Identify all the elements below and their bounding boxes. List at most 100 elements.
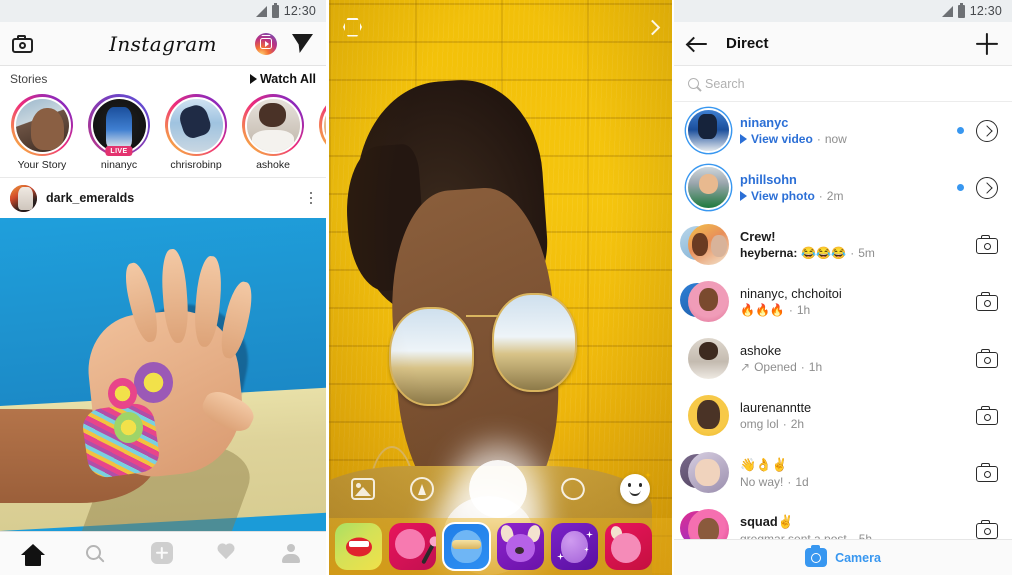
story-label: ninanyc — [100, 159, 138, 171]
list-item[interactable]: phillsohn View photo · 2m — [674, 159, 1012, 216]
thread-time: 1h — [808, 360, 823, 374]
camera-icon[interactable] — [976, 235, 998, 254]
camera-top-bar — [329, 10, 672, 44]
shutter-button[interactable] — [468, 460, 527, 518]
thread-name: ninanyc, chchoitoi — [740, 286, 842, 301]
story-item-ashoke[interactable]: ashoke — [239, 94, 307, 171]
list-item[interactable]: ashoke ↗ Opened · 1h — [674, 330, 1012, 387]
flash-bolt-icon[interactable] — [409, 477, 434, 501]
avatar[interactable] — [680, 281, 729, 322]
avatar[interactable] — [688, 167, 729, 208]
list-item[interactable]: ninanyc View video · now — [674, 102, 1012, 159]
plus-square-icon[interactable] — [150, 541, 175, 566]
gallery-icon[interactable] — [351, 478, 375, 500]
story-item-ber[interactable]: ber — [316, 94, 326, 171]
camera-icon — [805, 545, 828, 567]
back-arrow-icon[interactable] — [688, 36, 708, 52]
status-bar-direct: 12:30 — [674, 0, 1012, 22]
igtv-icon[interactable] — [255, 32, 277, 55]
story-label: ber — [316, 159, 326, 171]
thread-name: ashoke — [740, 343, 782, 358]
camera-icon[interactable] — [976, 292, 998, 311]
status-bar-time: 12:30 — [969, 4, 1002, 18]
thread-preview: No way! · 1d — [740, 474, 809, 489]
sidebar-item-home[interactable] — [20, 542, 45, 566]
camera-icon[interactable] — [976, 406, 998, 425]
three-panel-screenshot: 12:30 Instagram Stories Watch All Your S… — [0, 0, 1024, 575]
more-options-icon[interactable] — [306, 188, 317, 209]
chevron-circle-icon[interactable] — [976, 176, 998, 199]
watch-all-button[interactable]: Watch All — [249, 72, 316, 86]
chevron-right-icon[interactable] — [644, 19, 661, 35]
story-label: chrisrobinp — [170, 159, 222, 171]
thread-time: 1h — [796, 303, 811, 317]
avatar[interactable] — [680, 224, 729, 265]
filter-pig[interactable] — [605, 523, 652, 570]
story-item-your-story[interactable]: Your Story — [8, 94, 76, 171]
avatar[interactable] — [10, 184, 37, 212]
post-username[interactable]: dark_emeralds — [46, 191, 134, 205]
smiley-face-icon[interactable] — [620, 472, 651, 504]
thread-name: 👋👌✌️ — [740, 456, 788, 472]
battery-icon — [957, 2, 965, 18]
thread-name: laurenanntte — [740, 400, 812, 415]
battery-icon — [271, 2, 279, 18]
thread-preview: ↗ Opened · 1h — [740, 360, 823, 374]
thread-name: Crew! — [740, 229, 776, 244]
thread-preview: View photo · 2m — [740, 189, 946, 203]
live-badge: LIVE — [105, 146, 133, 156]
post-photo[interactable] — [0, 218, 326, 531]
camera-button-bar[interactable]: Camera — [674, 539, 1012, 575]
hexagon-settings-icon[interactable] — [343, 17, 362, 37]
camera-icon[interactable] — [12, 34, 33, 53]
avatar[interactable] — [680, 452, 729, 493]
search-bar[interactable]: Search — [674, 66, 1012, 102]
paper-plane-icon[interactable] — [291, 33, 314, 54]
thread-time: 2m — [826, 189, 844, 203]
stories-bar: Stories Watch All — [0, 66, 326, 92]
camera-icon[interactable] — [976, 349, 998, 368]
thread-time: 2h — [790, 417, 805, 431]
signal-triangle-icon — [255, 5, 267, 17]
play-triangle-icon — [740, 191, 747, 201]
chevron-circle-icon[interactable] — [976, 119, 998, 142]
stories-row[interactable]: Your Story LIVE ninanyc chrisrobinp asho… — [0, 92, 326, 178]
ar-filter-carousel[interactable] — [329, 518, 672, 575]
filter-big-mouth[interactable] — [335, 523, 382, 570]
flip-camera-icon[interactable] — [558, 474, 589, 504]
avatar[interactable] — [688, 338, 729, 379]
filter-makeup-wand[interactable] — [389, 523, 436, 570]
preview-sender: heyberna: — [740, 246, 798, 260]
play-triangle-icon — [740, 134, 747, 144]
filter-dog-ears[interactable] — [497, 523, 544, 570]
list-item[interactable]: laurenanntte omg lol · 2h — [674, 387, 1012, 444]
story-item-ninanyc[interactable]: LIVE ninanyc — [85, 94, 153, 171]
avatar[interactable] — [688, 395, 729, 436]
search-input[interactable]: Search — [705, 77, 745, 91]
avatar[interactable] — [688, 110, 729, 151]
instagram-camera-panel[interactable] — [329, 0, 672, 575]
list-item[interactable]: 👋👌✌️ No way! · 1d — [674, 444, 1012, 501]
watch-all-label: Watch All — [259, 72, 316, 86]
thread-preview: 🔥🔥🔥 · 1h — [740, 303, 811, 317]
camera-icon[interactable] — [976, 463, 998, 482]
list-item[interactable]: ninanyc, chchoitoi 🔥🔥🔥 · 1h — [674, 273, 1012, 330]
status-bar-time: 12:30 — [283, 4, 316, 18]
stories-label: Stories — [10, 72, 48, 86]
camera-icon[interactable] — [976, 520, 998, 539]
instagram-feed-panel: 12:30 Instagram Stories Watch All Your S… — [0, 0, 327, 575]
camera-controls — [329, 460, 672, 518]
thread-name: ninanyc — [740, 115, 789, 130]
signal-triangle-icon — [941, 5, 953, 17]
new-message-plus-icon[interactable] — [976, 33, 998, 55]
camera-label: Camera — [835, 550, 881, 565]
filter-sunglasses[interactable] — [442, 522, 491, 571]
search-icon[interactable] — [85, 542, 110, 566]
filter-sparkle-balloon[interactable] — [551, 523, 598, 570]
story-item-chrisrobinp[interactable]: chrisrobinp — [162, 94, 230, 171]
heart-icon[interactable] — [216, 542, 240, 566]
story-label: ashoke — [256, 159, 290, 171]
status-badge — [957, 127, 964, 134]
list-item[interactable]: Crew! heyberna: 😂😂😂 · 5m — [674, 216, 1012, 273]
person-icon[interactable] — [281, 542, 305, 566]
